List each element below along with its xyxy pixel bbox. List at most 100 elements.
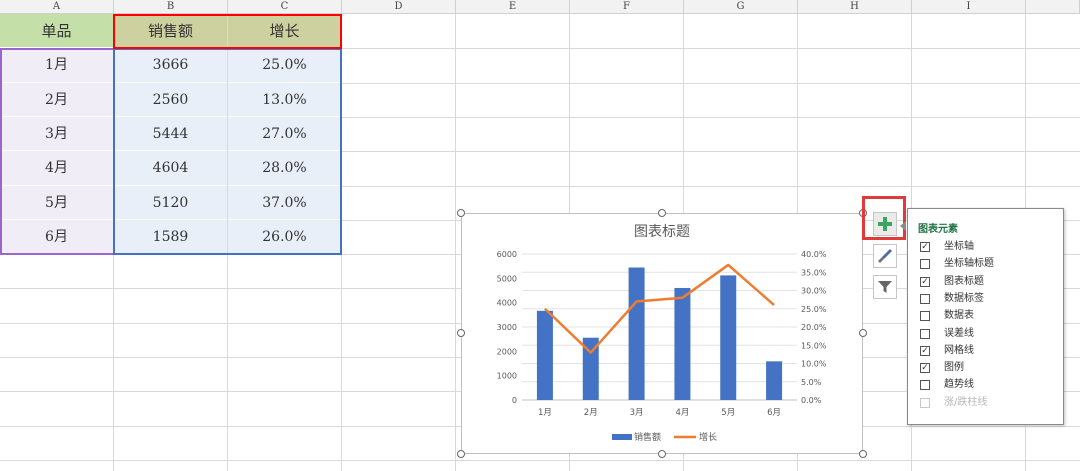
table-cell[interactable]: 26.0% — [228, 220, 341, 253]
table-cell[interactable]: 1月 — [0, 48, 113, 82]
column-header[interactable]: C — [228, 0, 342, 14]
bar[interactable] — [674, 287, 691, 400]
panel-option[interactable]: 趋势线 — [920, 377, 1060, 393]
header-text: 单品 — [41, 22, 72, 40]
header-cell[interactable]: 单品 — [0, 14, 113, 47]
y-tick-label: 6000 — [497, 250, 517, 259]
cell-value: 4604 — [152, 160, 189, 176]
resize-handle[interactable] — [859, 329, 867, 337]
filter-icon — [878, 281, 892, 293]
table-cell[interactable]: 4月 — [0, 151, 113, 185]
panel-option[interactable]: 坐标轴标题 — [920, 256, 1060, 272]
cell-value: 5120 — [152, 195, 189, 211]
column-header[interactable]: I — [912, 0, 1026, 14]
x-tick-label: 1月 — [538, 408, 552, 418]
y2-tick-label: 20.0% — [801, 323, 827, 332]
table-cell[interactable]: 3666 — [114, 48, 227, 82]
option-label: 图例 — [944, 362, 964, 374]
checkbox[interactable]: ✓ — [920, 276, 930, 287]
column-header[interactable]: A — [0, 0, 114, 14]
table-cell[interactable]: 3月 — [0, 117, 113, 150]
chart-elements-panel: 图表元素 ✓ 坐标轴 坐标轴标题 ✓ 图表标题 数据标签 数据表 误差线 ✓ 网格线 ✓ 图例 趋势线涨… — [907, 208, 1064, 425]
combo-chart[interactable]: 图表标题 0.0% 5.0% 10.0% 15.0% 20.0% 25.0% 30.0% 35.… — [462, 214, 862, 453]
x-tick-label: 2月 — [584, 408, 598, 418]
panel-option[interactable]: ✓ 图例 — [920, 360, 1060, 376]
header-cell[interactable]: 销售额 — [114, 14, 227, 47]
cell-value: 25.0% — [262, 57, 307, 73]
chart-styles-button[interactable] — [873, 244, 897, 268]
bar[interactable] — [720, 275, 737, 400]
checkbox[interactable]: ✓ — [920, 363, 930, 374]
bar[interactable] — [536, 310, 553, 400]
checkbox[interactable] — [920, 259, 930, 270]
checkbox[interactable] — [920, 380, 930, 391]
resize-handle[interactable] — [457, 450, 465, 458]
bar[interactable] — [628, 267, 645, 400]
cell-value: 4月 — [45, 160, 68, 176]
legend-label: 销售额 — [634, 431, 661, 443]
panel-option[interactable]: ✓ 网格线 — [920, 343, 1060, 359]
resize-handle[interactable] — [457, 329, 465, 337]
y-tick-label: 0 — [512, 396, 517, 405]
table-cell[interactable]: 2560 — [114, 83, 227, 116]
option-label: 数据标签 — [944, 292, 984, 304]
panel-option[interactable]: 数据标签 — [920, 291, 1060, 307]
panel-pointer-icon — [900, 221, 906, 231]
y-tick-label: 3000 — [497, 323, 517, 332]
cell-value: 27.0% — [262, 126, 307, 142]
checkbox[interactable]: ✓ — [920, 345, 930, 356]
panel-option[interactable]: 误差线 — [920, 326, 1060, 342]
cell-value: 13.0% — [262, 92, 307, 108]
resize-handle[interactable] — [658, 209, 666, 217]
checkbox[interactable]: ✓ — [920, 242, 930, 252]
table-cell[interactable]: 5月 — [0, 186, 113, 219]
table-cell[interactable]: 2月 — [0, 83, 113, 116]
y2-tick-label: 15.0% — [801, 341, 827, 350]
option-label: 误差线 — [944, 327, 974, 339]
table-cell[interactable]: 25.0% — [228, 48, 341, 82]
table-cell[interactable]: 5120 — [114, 186, 227, 219]
column-header[interactable]: E — [456, 0, 570, 14]
checkbox[interactable] — [920, 293, 930, 304]
chart-title[interactable]: 图表标题 — [634, 224, 690, 240]
option-label: 趋势线 — [944, 379, 974, 391]
header-text: 增长 — [269, 22, 300, 40]
table-cell[interactable]: 27.0% — [228, 117, 341, 150]
y2-tick-label: 40.0% — [801, 250, 827, 259]
table-cell[interactable]: 13.0% — [228, 83, 341, 116]
option-label: 涨/跌柱线 — [944, 396, 988, 408]
table-cell[interactable]: 6月 — [0, 220, 113, 253]
column-header[interactable]: H — [798, 0, 912, 14]
table-cell[interactable]: 1589 — [114, 220, 227, 253]
column-header[interactable]: F — [570, 0, 684, 14]
y2-tick-label: 5.0% — [801, 378, 822, 387]
table-cell[interactable]: 28.0% — [228, 151, 341, 185]
table-cell[interactable]: 4604 — [114, 151, 227, 185]
chart-object[interactable]: 图表标题 0.0% 5.0% 10.0% 15.0% 20.0% 25.0% 30.0% 35.… — [461, 213, 863, 454]
cell-value: 1月 — [45, 57, 68, 73]
resize-handle[interactable] — [658, 450, 666, 458]
resize-handle[interactable] — [859, 450, 867, 458]
panel-option[interactable]: ✓ 图表标题 — [920, 274, 1060, 290]
chart-elements-button[interactable] — [873, 212, 897, 236]
y2-tick-label: 10.0% — [801, 360, 827, 369]
checkbox[interactable] — [920, 311, 930, 322]
brush-icon — [878, 249, 892, 263]
bar[interactable] — [766, 361, 783, 400]
panel-option[interactable]: 数据表 — [920, 308, 1060, 324]
column-header[interactable]: B — [114, 0, 228, 14]
resize-handle[interactable] — [457, 209, 465, 217]
checkbox[interactable] — [920, 328, 930, 339]
column-header-partial[interactable] — [1026, 0, 1080, 14]
table-cell[interactable]: 5444 — [114, 117, 227, 150]
x-tick-label: 6月 — [767, 408, 781, 418]
column-header[interactable]: G — [684, 0, 798, 14]
checkbox — [920, 397, 930, 408]
table-cell[interactable]: 37.0% — [228, 186, 341, 219]
panel-option[interactable]: ✓ 坐标轴 — [920, 239, 1060, 255]
column-header[interactable]: D — [342, 0, 456, 14]
legend[interactable]: 销售额 增长 — [612, 431, 717, 443]
y-tick-label: 4000 — [497, 299, 517, 308]
chart-filters-button[interactable] — [873, 275, 897, 299]
header-cell[interactable]: 增长 — [228, 14, 341, 47]
